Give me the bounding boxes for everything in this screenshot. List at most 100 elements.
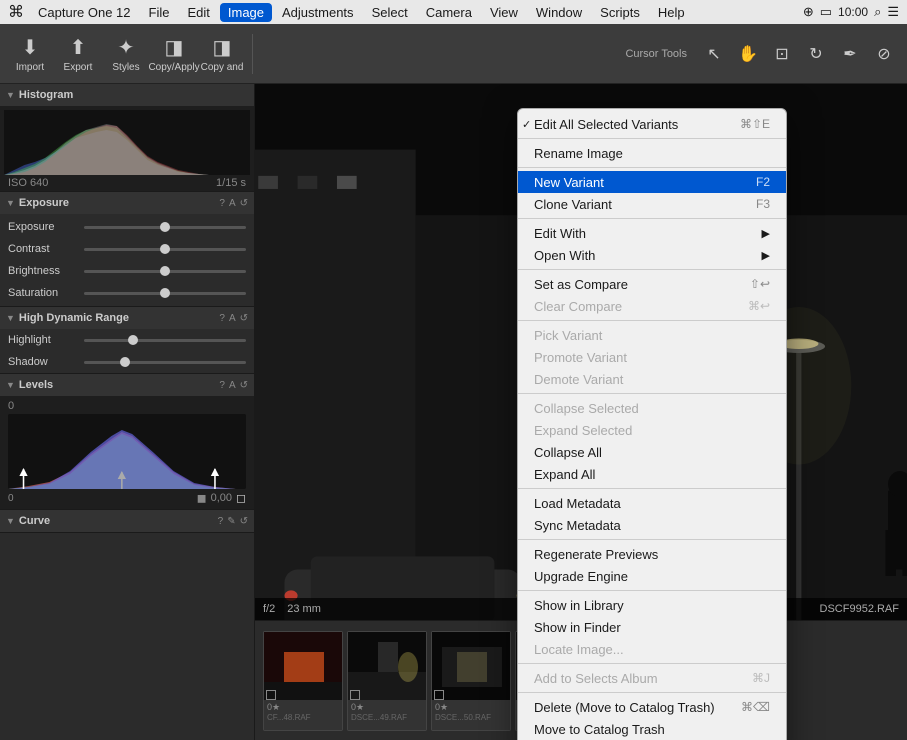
levels-auto[interactable]: A [229,380,236,391]
exposure-help[interactable]: ? [219,198,225,209]
saturation-slider-thumb[interactable] [160,288,170,298]
notification-icon[interactable]: ☰ [887,4,899,20]
menu-show-in-library[interactable]: Show in Library [518,594,786,616]
levels-header[interactable]: ▼ Levels ? A ↺ [0,374,254,396]
menu-show-in-finder-label: Show in Finder [534,620,621,635]
menu-collapse-all[interactable]: Collapse All [518,441,786,463]
cursor-tool-pointer[interactable]: ↖ [699,39,729,69]
histogram-header[interactable]: ▼ Histogram [0,84,254,106]
cursor-tool-paint[interactable]: ⊘ [869,39,899,69]
film-thumb-check-2[interactable] [350,690,360,700]
menu-expand-all-label: Expand All [534,467,595,482]
menubar-select[interactable]: Select [364,3,416,22]
menubar-scripts[interactable]: Scripts [592,3,648,22]
highlight-slider-track[interactable] [84,339,246,342]
shadow-slider-track[interactable] [84,361,246,364]
menu-rename-image[interactable]: Rename Image [518,142,786,164]
hdr-reset[interactable]: ↺ [240,313,248,324]
menu-open-with[interactable]: Open With ▶ [518,244,786,266]
menu-rename-label: Rename Image [534,146,623,161]
apple-menu[interactable]: ⌘ [8,2,24,22]
cursor-tool-pen[interactable]: ✒ [835,39,865,69]
menu-expand-all[interactable]: Expand All [518,463,786,485]
import-button[interactable]: ⬇ Import [8,28,52,80]
copy-and-button[interactable]: ◨ Copy and [200,28,244,80]
menubar-capture-one[interactable]: Capture One 12 [30,3,139,22]
histogram-shutter: 1/15 s [216,177,246,189]
levels-reset[interactable]: ↺ [240,380,248,391]
menu-expand-selected: Expand Selected [518,419,786,441]
film-thumb-2[interactable]: 0★ DSCE...49.RAF [347,631,427,731]
menubar-file[interactable]: File [141,3,178,22]
hdr-help[interactable]: ? [219,313,225,324]
highlight-slider-thumb[interactable] [128,335,138,345]
spotlight-icon[interactable]: ⌕ [874,4,881,20]
levels-help[interactable]: ? [219,380,225,391]
contrast-slider-track[interactable] [84,248,246,251]
exposure-header[interactable]: ▼ Exposure ? A ↺ [0,192,254,214]
curve-reset[interactable]: ↺ [240,516,248,527]
film-thumb-3[interactable]: 0★ DSCE...50.RAF [431,631,511,731]
copy-apply-button[interactable]: ◨ Copy/Apply [152,28,196,80]
menu-clear-compare-label: Clear Compare [534,299,622,314]
contrast-slider-thumb[interactable] [160,244,170,254]
menu-move-to-trash[interactable]: Move to Catalog Trash [518,718,786,740]
menu-new-variant[interactable]: New Variant F2 [518,171,786,193]
levels-white-picker[interactable]: ◻ [236,491,246,505]
menubar-window[interactable]: Window [528,3,590,22]
menubar-edit[interactable]: Edit [179,3,217,22]
curve-edit[interactable]: ✎ [227,516,235,527]
menu-show-in-finder[interactable]: Show in Finder [518,616,786,638]
shadow-slider-thumb[interactable] [120,357,130,367]
film-thumb-check-3[interactable] [434,690,444,700]
menu-collapse-selected: Collapse Selected [518,397,786,419]
film-thumb-check-1[interactable] [266,690,276,700]
styles-label: Styles [112,62,139,73]
menu-regenerate-previews[interactable]: Regenerate Previews [518,543,786,565]
menubar-camera[interactable]: Camera [418,3,480,22]
menu-add-to-selects-label: Add to Selects Album [534,671,658,686]
menu-sep-5 [518,320,786,321]
menu-sync-metadata[interactable]: Sync Metadata [518,514,786,536]
exposure-slider-track[interactable] [84,226,246,229]
brightness-slider-thumb[interactable] [160,266,170,276]
menubar-image[interactable]: Image [220,3,272,22]
film-thumb-1[interactable]: 0★ CF...48.RAF [263,631,343,731]
styles-button[interactable]: ✦ Styles [104,28,148,80]
levels-black-picker[interactable]: ◼ [197,491,207,505]
menubar-adjustments[interactable]: Adjustments [274,3,362,22]
hdr-header[interactable]: ▼ High Dynamic Range ? A ↺ [0,307,254,329]
exposure-slider-thumb[interactable] [160,222,170,232]
curve-header[interactable]: ▼ Curve ? ✎ ↺ [0,510,254,532]
import-icon: ⬇ [22,35,39,60]
menu-set-compare[interactable]: Set as Compare ⇧↩ [518,273,786,295]
menu-collapse-all-label: Collapse All [534,445,602,460]
export-button[interactable]: ⬆ Export [56,28,100,80]
curve-help[interactable]: ? [218,516,224,527]
menu-clear-compare[interactable]: Clear Compare ⌘↩ [518,295,786,317]
levels-footer: 0 ◼ 0,00 ◻ [8,491,246,505]
cursor-tool-hand[interactable]: ✋ [733,39,763,69]
menu-edit-all-variants[interactable]: ✓ Edit All Selected Variants ⌘⇧E [518,113,786,135]
hdr-auto[interactable]: A [229,313,236,324]
saturation-slider-track[interactable] [84,292,246,295]
menu-load-metadata[interactable]: Load Metadata [518,492,786,514]
menu-delete-to-trash[interactable]: Delete (Move to Catalog Trash) ⌘⌫ [518,696,786,718]
cursor-tool-crop[interactable]: ⊡ [767,39,797,69]
menu-upgrade-engine[interactable]: Upgrade Engine [518,565,786,587]
menu-move-to-trash-label: Move to Catalog Trash [534,722,665,737]
cursor-tool-rotate[interactable]: ↻ [801,39,831,69]
toolbar: ⬇ Import ⬆ Export ✦ Styles ◨ Copy/Apply … [0,24,907,84]
exposure-auto[interactable]: A [229,198,236,209]
contrast-slider-label: Contrast [8,243,78,255]
exposure-reset[interactable]: ↺ [240,198,248,209]
menu-open-with-label: Open With [534,248,595,263]
menu-edit-with[interactable]: Edit With ▶ [518,222,786,244]
menu-pick-variant: Pick Variant [518,324,786,346]
menu-clone-variant[interactable]: Clone Variant F3 [518,193,786,215]
menu-sep-7 [518,488,786,489]
levels-title: Levels [19,379,53,391]
menubar-help[interactable]: Help [650,3,693,22]
menubar-view[interactable]: View [482,3,526,22]
brightness-slider-track[interactable] [84,270,246,273]
